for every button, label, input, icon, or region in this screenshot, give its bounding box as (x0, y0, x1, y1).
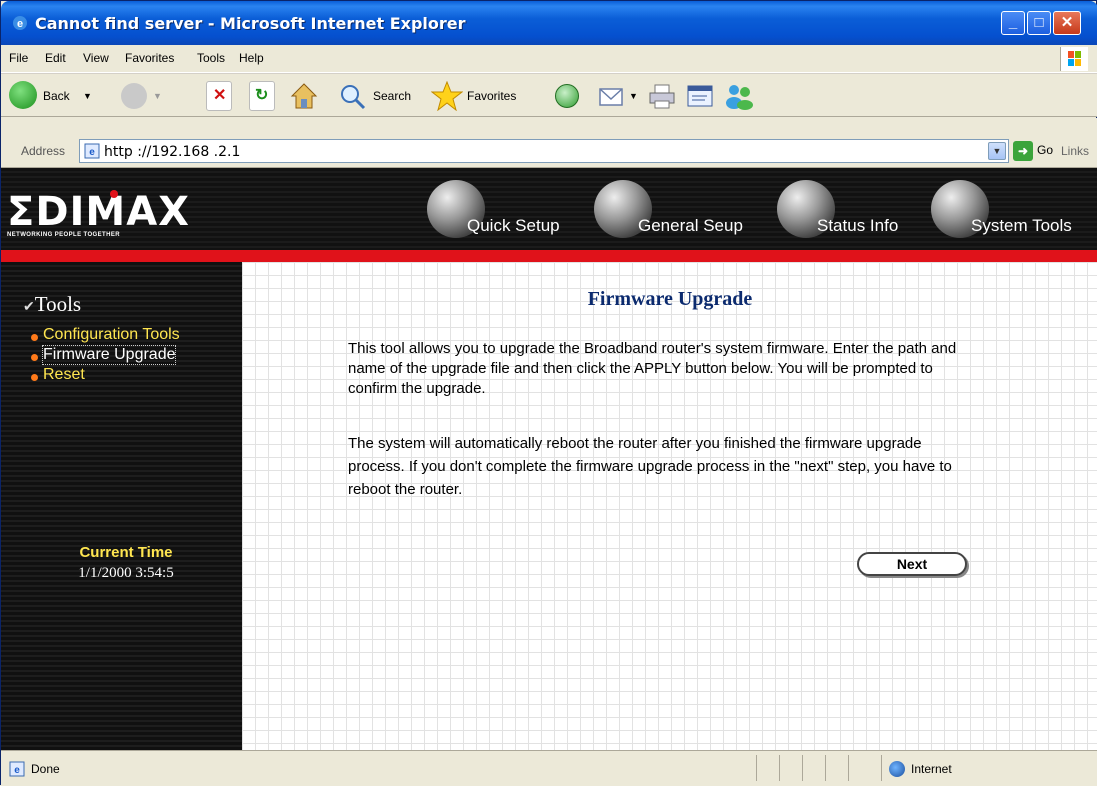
svg-text:e: e (89, 147, 95, 158)
status-divider (779, 755, 780, 781)
checkmark-icon: ✔ (23, 300, 35, 315)
description-paragraph-1: This tool allows you to upgrade the Broa… (348, 340, 957, 397)
browser-window: e Cannot find server - Microsoft Interne… (0, 0, 1097, 786)
nav-general-setup-label: General Seup (638, 216, 743, 235)
address-label: Address (21, 144, 66, 158)
back-arrow-icon (9, 81, 37, 109)
menu-favorites[interactable]: Favorites (125, 51, 174, 65)
history-icon (555, 84, 579, 108)
print-icon (649, 84, 675, 109)
main-panel: Firmware Upgrade This tool allows you to… (242, 262, 1097, 750)
minimize-icon: _ (1008, 14, 1018, 31)
forward-button[interactable]: ▼ (121, 81, 171, 111)
svg-text:e: e (17, 18, 23, 30)
logo-dot (110, 190, 118, 198)
address-input[interactable]: e http ://192.168 .2.1 ▼ (79, 139, 1009, 163)
toolbar: Back ▼ ▼ ✕ ↻ Search Favorites ▼ (1, 73, 1097, 117)
status-text: Done (31, 762, 60, 776)
menu-tools[interactable]: Tools (197, 51, 225, 65)
edimax-logo: ΣDIMAX NETWORKING PEOPLE TOGETHER (7, 189, 191, 238)
next-button[interactable]: Next (857, 552, 967, 576)
messenger-button[interactable] (723, 81, 757, 111)
search-label: Search (373, 89, 412, 103)
current-time-value: 1/1/2000 3:54:5 (78, 565, 174, 581)
chevron-down-icon[interactable]: ▼ (629, 91, 638, 101)
status-divider (802, 755, 803, 781)
favorites-label: Favorites (467, 89, 517, 103)
page-title: Firmware Upgrade (587, 288, 753, 310)
favorites-button[interactable]: Favorites (430, 80, 541, 112)
links-label[interactable]: Links (1061, 144, 1089, 158)
chevron-down-icon[interactable]: ▼ (988, 142, 1006, 160)
bullet-icon (31, 334, 38, 341)
status-divider (881, 755, 882, 781)
menu-edit[interactable]: Edit (45, 51, 66, 65)
menu-view[interactable]: View (83, 51, 109, 65)
address-bar: Address e http ://192.168 .2.1 ▼ ➜ Go Li… (1, 118, 1097, 168)
window-title: Cannot find server - Microsoft Internet … (35, 14, 466, 33)
red-divider (1, 250, 1097, 262)
description-paragraph-2: The system will automatically reboot the… (348, 435, 952, 498)
refresh-button[interactable]: ↻ (249, 81, 275, 111)
title-bar[interactable]: e Cannot find server - Microsoft Interne… (1, 1, 1097, 45)
bullet-icon (31, 374, 38, 381)
sidebar-title-text: Tools (34, 292, 82, 316)
globe-icon (889, 761, 905, 777)
mail-icon (599, 88, 623, 106)
router-header: ΣDIMAX NETWORKING PEOPLE TOGETHER Quick … (1, 168, 1097, 250)
status-divider (756, 755, 757, 781)
maximize-button[interactable]: □ (1027, 11, 1051, 35)
home-button[interactable] (289, 81, 319, 111)
history-button[interactable] (553, 81, 583, 111)
nav-status-info-label: Status Info (817, 216, 899, 235)
ie-logo-icon: e (13, 16, 27, 30)
svg-text:e: e (14, 765, 20, 776)
back-label: Back (43, 89, 70, 103)
windows-logo-icon (1060, 47, 1088, 71)
menu-bar: File Edit View Favorites Tools Help (1, 45, 1097, 73)
search-icon (341, 85, 366, 110)
edit-icon (687, 85, 713, 107)
close-button[interactable]: ✕ (1053, 11, 1081, 35)
stop-button[interactable]: ✕ (206, 81, 232, 111)
page-content: ΣDIMAX NETWORKING PEOPLE TOGETHER Quick … (1, 168, 1097, 750)
chevron-down-icon[interactable]: ▼ (153, 91, 162, 101)
url-text: http ://192.168 .2.1 (104, 144, 241, 160)
go-label: Go (1037, 143, 1054, 157)
back-button[interactable]: Back ▼ (9, 81, 99, 111)
menu-file[interactable]: File (9, 51, 28, 65)
mail-button[interactable]: ▼ (597, 81, 641, 111)
status-divider (848, 755, 849, 781)
zone-text: Internet (911, 762, 952, 776)
minimize-button[interactable]: _ (1001, 11, 1025, 35)
current-time-label: Current Time (79, 544, 173, 561)
sidebar-item-configuration-tools[interactable]: Configuration Tools (43, 326, 180, 344)
logo-brand: ΣDIMAX (7, 189, 191, 235)
ie-page-icon: e (84, 143, 100, 159)
maximize-icon: □ (1034, 14, 1044, 31)
go-arrow-icon: ➜ (1013, 141, 1033, 161)
close-icon: ✕ (1060, 14, 1074, 31)
sidebar-item-firmware-upgrade[interactable]: Firmware Upgrade (41, 345, 177, 365)
status-bar: e Done Internet (1, 750, 1097, 786)
messenger-icon (726, 85, 753, 110)
edit-button[interactable] (685, 81, 715, 111)
bullet-icon (31, 354, 38, 361)
nav-system-tools-label: System Tools (971, 216, 1072, 235)
nav-quick-setup-label: Quick Setup (467, 216, 560, 235)
sidebar-item-reset[interactable]: Reset (43, 366, 85, 384)
search-button[interactable]: Search (337, 81, 427, 111)
home-icon (290, 83, 318, 109)
menu-help[interactable]: Help (239, 51, 264, 65)
star-icon (430, 80, 464, 112)
sidebar: ✔Tools Configuration Tools Firmware Upgr… (1, 262, 242, 750)
print-button[interactable] (647, 81, 677, 111)
status-divider (825, 755, 826, 781)
forward-arrow-icon (121, 83, 147, 109)
stop-icon: ✕ (213, 87, 227, 104)
ie-page-icon: e (9, 761, 25, 777)
chevron-down-icon[interactable]: ▼ (83, 91, 92, 101)
refresh-icon: ↻ (255, 87, 269, 104)
sidebar-title: ✔Tools (23, 292, 81, 317)
